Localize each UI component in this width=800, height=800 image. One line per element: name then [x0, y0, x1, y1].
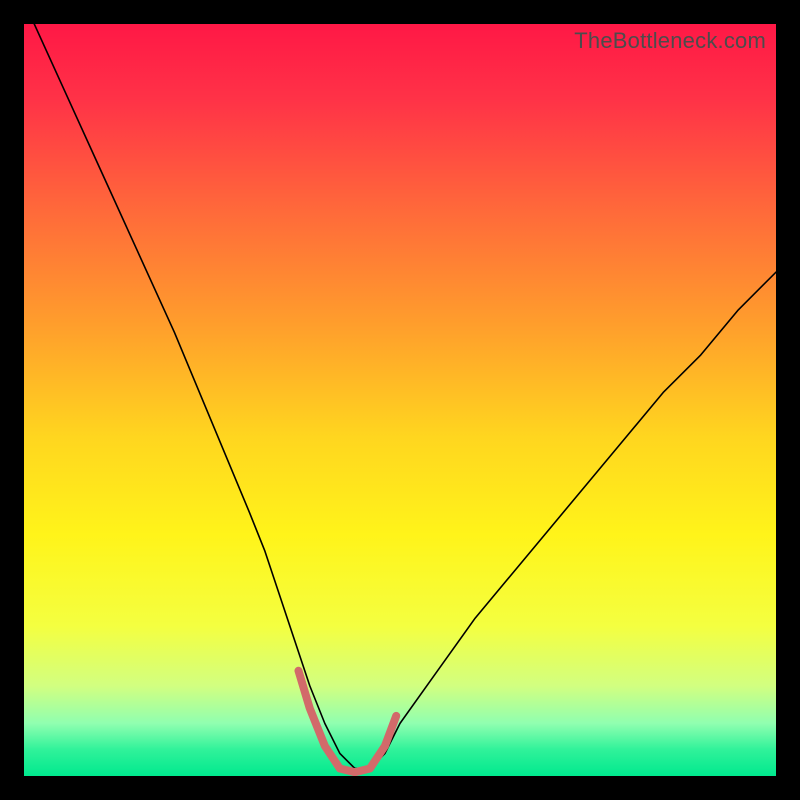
series-bottleneck-curve — [24, 24, 776, 768]
plot-area: TheBottleneck.com — [24, 24, 776, 776]
series-optimum-marker — [298, 671, 396, 773]
curve-layer — [24, 24, 776, 776]
chart-frame: TheBottleneck.com — [0, 0, 800, 800]
watermark-text: TheBottleneck.com — [574, 28, 766, 54]
